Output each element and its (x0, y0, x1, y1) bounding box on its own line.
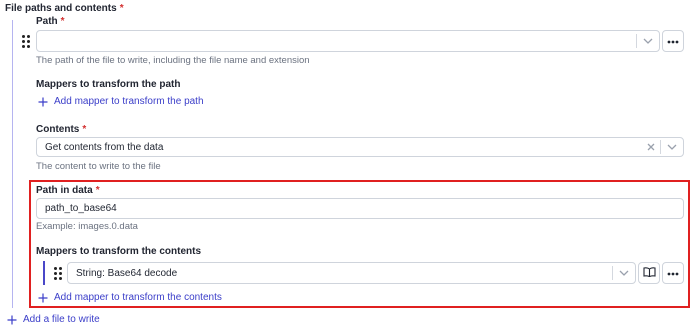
add-path-mapper-label: Add mapper to transform the path (54, 96, 204, 107)
mapper-more-button[interactable] (662, 262, 684, 284)
chevron-down-icon[interactable] (613, 270, 635, 276)
required-mark: * (95, 185, 100, 196)
add-file-label: Add a file to write (23, 314, 100, 325)
required-mark: * (82, 124, 87, 135)
path-mappers-label: Mappers to transform the path (36, 79, 181, 90)
drag-handle-icon[interactable] (54, 267, 62, 280)
mapper-item-guide-line (43, 261, 45, 285)
content-mapper-select[interactable]: String: Base64 decode (67, 262, 636, 284)
plus-icon (38, 293, 52, 303)
clear-icon[interactable] (642, 143, 660, 151)
path-in-data-label-text: Path in data (36, 185, 93, 196)
file-item-guide-line (12, 20, 13, 308)
more-icon (667, 268, 679, 279)
add-content-mapper-link[interactable]: Add mapper to transform the contents (38, 292, 222, 303)
chevron-down-icon[interactable] (661, 144, 683, 150)
path-in-data-value: path_to_base64 (45, 203, 117, 214)
book-icon (642, 266, 656, 280)
required-mark: * (119, 3, 124, 14)
contents-select[interactable]: Get contents from the data (36, 137, 684, 157)
mapper-docs-button[interactable] (638, 262, 660, 284)
content-mapper-select-value: String: Base64 decode (76, 267, 178, 279)
add-file-link[interactable]: Add a file to write (7, 314, 100, 325)
plus-icon (38, 97, 52, 107)
path-in-data-input[interactable]: path_to_base64 (36, 198, 684, 219)
path-in-data-example: Example: images.0.data (36, 221, 138, 232)
more-icon (667, 36, 679, 47)
drag-handle-icon[interactable] (22, 35, 30, 48)
contents-label: Contents * (36, 124, 86, 135)
required-mark: * (60, 16, 65, 27)
add-content-mapper-label: Add mapper to transform the contents (54, 292, 222, 303)
path-help-text: The path of the file to write, including… (36, 55, 310, 66)
contents-label-text: Contents (36, 124, 80, 135)
path-more-button[interactable] (662, 30, 684, 52)
path-select[interactable] (36, 30, 660, 52)
add-path-mapper-link[interactable]: Add mapper to transform the path (38, 96, 204, 107)
contents-select-value: Get contents from the data (45, 141, 164, 153)
section-title: File paths and contents * (5, 3, 124, 14)
path-label: Path * (36, 16, 65, 27)
plus-icon (7, 315, 21, 325)
section-title-text: File paths and contents (5, 3, 117, 14)
contents-help-text: The content to write to the file (36, 161, 161, 172)
chevron-down-icon[interactable] (637, 38, 659, 44)
content-mappers-label: Mappers to transform the contents (36, 246, 202, 257)
path-label-text: Path (36, 16, 58, 27)
path-in-data-label: Path in data * (36, 185, 100, 196)
